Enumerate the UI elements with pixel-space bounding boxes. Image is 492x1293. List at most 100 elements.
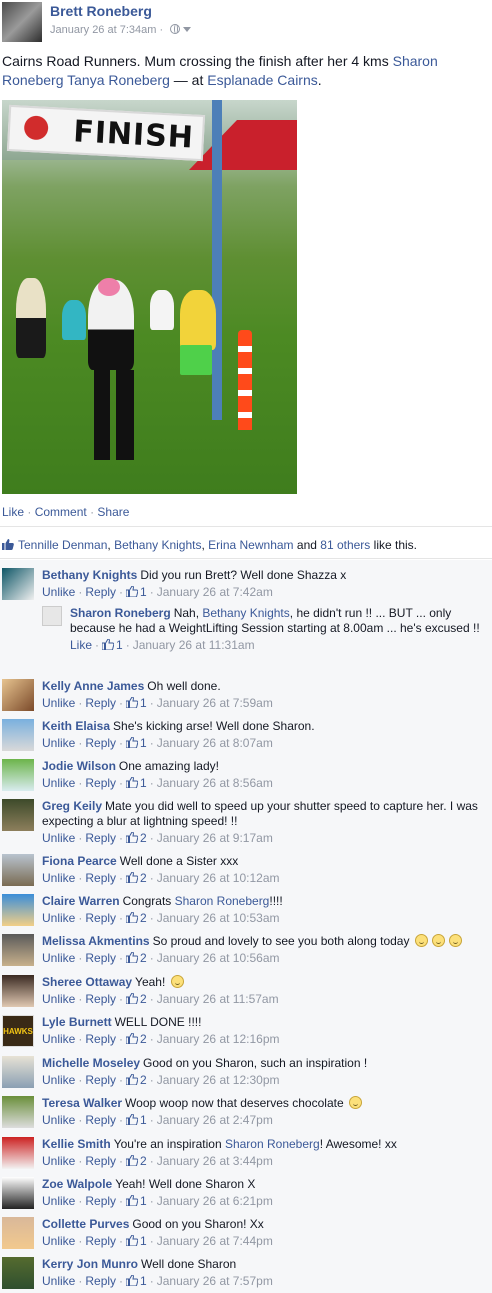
comment-time[interactable]: January 26 at 2:47pm	[157, 1113, 273, 1127]
comment-reply-button[interactable]: Reply	[85, 951, 116, 965]
commenter-avatar[interactable]	[2, 568, 34, 600]
share-button[interactable]: Share	[97, 505, 129, 519]
comment-mention[interactable]: Sharon Roneberg	[225, 1137, 320, 1151]
commenter-name[interactable]: Jodie Wilson	[42, 759, 116, 773]
commenter-name[interactable]: Lyle Burnett	[42, 1015, 112, 1029]
comment-like-count[interactable]: 2	[140, 992, 147, 1006]
likes-others-link[interactable]: 81 others	[320, 538, 370, 552]
comment-like-count[interactable]: 2	[140, 1154, 147, 1168]
comment-unlike-button[interactable]: Unlike	[42, 1234, 75, 1248]
comment-like-count[interactable]: 2	[140, 951, 147, 965]
comment-time[interactable]: January 26 at 6:21pm	[157, 1194, 273, 1208]
chevron-down-icon[interactable]	[183, 27, 192, 32]
comment-like-count[interactable]: 1	[140, 1113, 147, 1127]
comment-reply-button[interactable]: Reply	[85, 736, 116, 750]
commenter-name[interactable]: Kerry Jon Munro	[42, 1257, 138, 1271]
comment-time[interactable]: January 26 at 7:44pm	[157, 1234, 273, 1248]
comment-unlike-button[interactable]: Unlike	[42, 585, 75, 599]
comment-like-count[interactable]: 2	[140, 911, 147, 925]
comment-like-count[interactable]: 1	[140, 776, 147, 790]
comment-like-count[interactable]: 1	[140, 1274, 147, 1288]
author-avatar[interactable]	[2, 2, 42, 42]
commenter-name[interactable]: Zoe Walpole	[42, 1177, 112, 1191]
comment-unlike-button[interactable]: Unlike	[42, 1113, 75, 1127]
commenter-name[interactable]: Michelle Moseley	[42, 1056, 140, 1070]
comment-reply-button[interactable]: Reply	[85, 911, 116, 925]
comment-mention[interactable]: Sharon Roneberg	[175, 894, 270, 908]
commenter-name[interactable]: Greg Keily	[42, 799, 102, 813]
commenter-avatar[interactable]	[42, 606, 62, 626]
comment-like-count[interactable]: 2	[140, 871, 147, 885]
commenter-name[interactable]: Fiona Pearce	[42, 854, 117, 868]
comment-reply-button[interactable]: Reply	[85, 776, 116, 790]
comment-reply-button[interactable]: Reply	[85, 831, 116, 845]
comment-unlike-button[interactable]: Unlike	[42, 1154, 75, 1168]
comment-reply-button[interactable]: Reply	[85, 585, 116, 599]
liker-erina-newnham[interactable]: Erina Newnham	[208, 538, 293, 552]
post-photo[interactable]: FINISH	[2, 100, 297, 494]
author-name[interactable]: Brett Roneberg	[50, 3, 152, 19]
comment-like-button[interactable]: Like	[70, 638, 92, 652]
comment-time[interactable]: January 26 at 7:59am	[157, 696, 273, 710]
commenter-avatar[interactable]	[2, 854, 34, 886]
comment-unlike-button[interactable]: Unlike	[42, 1032, 75, 1046]
comment-unlike-button[interactable]: Unlike	[42, 736, 75, 750]
comment-like-count[interactable]: 1	[140, 1194, 147, 1208]
comment-time[interactable]: January 26 at 10:56am	[157, 951, 280, 965]
liker-bethany-knights[interactable]: Bethany Knights	[114, 538, 201, 552]
commenter-name[interactable]: Bethany Knights	[42, 568, 137, 582]
commenter-avatar[interactable]	[2, 799, 34, 831]
commenter-avatar[interactable]: HAWKS	[2, 1015, 34, 1047]
comment-reply-button[interactable]: Reply	[85, 871, 116, 885]
comment-unlike-button[interactable]: Unlike	[42, 911, 75, 925]
commenter-avatar[interactable]	[2, 759, 34, 791]
comment-like-count[interactable]: 2	[140, 1073, 147, 1087]
comment-time[interactable]: January 26 at 12:16pm	[157, 1032, 280, 1046]
comment-reply-button[interactable]: Reply	[85, 1194, 116, 1208]
comment-time[interactable]: January 26 at 11:31am	[133, 638, 255, 652]
commenter-avatar[interactable]	[2, 1096, 34, 1128]
comment-like-count[interactable]: 1	[140, 736, 147, 750]
comment-time[interactable]: January 26 at 10:53am	[157, 911, 280, 925]
comment-time[interactable]: January 26 at 3:44pm	[157, 1154, 273, 1168]
commenter-avatar[interactable]	[2, 894, 34, 926]
comment-time[interactable]: January 26 at 12:30pm	[157, 1073, 280, 1087]
commenter-name[interactable]: Melissa Akmentins	[42, 934, 150, 948]
comment-unlike-button[interactable]: Unlike	[42, 951, 75, 965]
comment-time[interactable]: January 26 at 9:17am	[157, 831, 273, 845]
commenter-avatar[interactable]	[2, 975, 34, 1007]
comment-mention[interactable]: Bethany Knights	[202, 606, 289, 620]
comment-unlike-button[interactable]: Unlike	[42, 831, 75, 845]
commenter-avatar[interactable]	[2, 1257, 34, 1289]
tag-tanya-roneberg[interactable]: Tanya Roneberg	[67, 72, 170, 88]
commenter-name[interactable]: Teresa Walker	[42, 1096, 122, 1110]
like-button[interactable]: Like	[2, 505, 24, 519]
comment-time[interactable]: January 26 at 7:42am	[157, 585, 273, 599]
comment-unlike-button[interactable]: Unlike	[42, 871, 75, 885]
commenter-name[interactable]: Sheree Ottaway	[42, 975, 132, 989]
comment-like-count[interactable]: 1	[140, 1234, 147, 1248]
commenter-name[interactable]: Keith Elaisa	[42, 719, 110, 733]
comment-unlike-button[interactable]: Unlike	[42, 696, 75, 710]
liker-tennille-denman[interactable]: Tennille Denman	[18, 538, 107, 552]
comment-time[interactable]: January 26 at 8:56am	[157, 776, 273, 790]
comment-unlike-button[interactable]: Unlike	[42, 1073, 75, 1087]
commenter-name[interactable]: Kelly Anne James	[42, 679, 144, 693]
comment-reply-button[interactable]: Reply	[85, 1154, 116, 1168]
comment-reply-button[interactable]: Reply	[85, 992, 116, 1006]
comment-reply-button[interactable]: Reply	[85, 1234, 116, 1248]
location-link[interactable]: Esplanade Cairns	[207, 72, 318, 88]
comment-like-count[interactable]: 1	[140, 585, 147, 599]
commenter-name[interactable]: Claire Warren	[42, 894, 120, 908]
comment-unlike-button[interactable]: Unlike	[42, 1274, 75, 1288]
comment-time[interactable]: January 26 at 7:57pm	[157, 1274, 273, 1288]
comment-unlike-button[interactable]: Unlike	[42, 992, 75, 1006]
commenter-avatar[interactable]	[2, 719, 34, 751]
comment-reply-button[interactable]: Reply	[85, 1113, 116, 1127]
commenter-avatar[interactable]	[2, 1177, 34, 1209]
comment-unlike-button[interactable]: Unlike	[42, 776, 75, 790]
commenter-avatar[interactable]	[2, 1217, 34, 1249]
comment-time[interactable]: January 26 at 8:07am	[157, 736, 273, 750]
comment-like-count[interactable]: 1	[140, 696, 147, 710]
comment-unlike-button[interactable]: Unlike	[42, 1194, 75, 1208]
